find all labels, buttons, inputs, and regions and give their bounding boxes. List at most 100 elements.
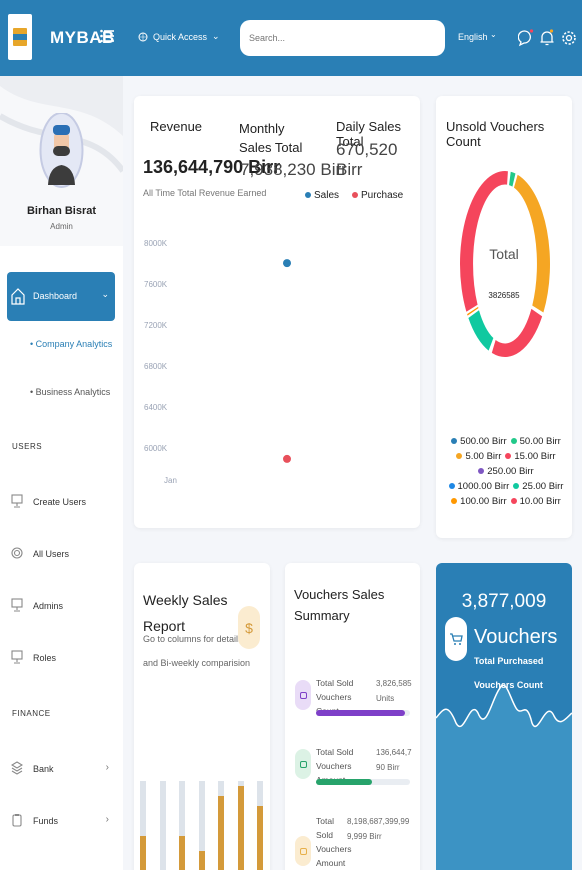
sidebar: Birhan Bisrat Admin Dashboard ⌄ • Compan… [0, 76, 123, 870]
revenue-scatter-chart: 8000K 7600K 7200K 6800K 6400K 6000K Jan [144, 239, 291, 485]
summary-row: Total Sold Vouchers Amount136,644,790 Bi… [285, 745, 420, 810]
sidebar-item-create-users[interactable]: Create Users [11, 492, 115, 512]
purchased-subtitle-2: Vouchers Count [474, 680, 543, 690]
app-logo[interactable] [8, 14, 32, 60]
revenue-card: Revenue 136,644,790 Birr All Time Total … [134, 96, 420, 528]
menu-icon[interactable] [100, 29, 114, 43]
weekly-sales-title: Weekly Sales Report [143, 592, 228, 634]
donut-slice[interactable] [509, 171, 516, 187]
legend-label: 1000.00 Birr [457, 481, 510, 492]
sidebar-item-dashboard[interactable]: Dashboard ⌄ [7, 272, 115, 321]
chevron-right-icon: › [105, 814, 109, 825]
bar[interactable] [257, 806, 263, 870]
legend-label: 100.00 Birr [460, 496, 507, 507]
legend-item[interactable]: 10.00 Birr [510, 494, 561, 509]
purchased-count: 3,877,009 [461, 591, 547, 612]
legend-dot [510, 498, 517, 505]
bar[interactable] [218, 796, 224, 870]
bar-track [198, 781, 205, 870]
legend-dot [456, 453, 463, 460]
y-tick-label: 7200K [144, 321, 168, 330]
bar[interactable] [140, 836, 146, 870]
sidebar-item-label: Admins [33, 601, 64, 611]
donut-slice[interactable] [468, 310, 494, 351]
sidebar-item-admins[interactable]: Admins [11, 596, 115, 616]
legend-label: 500.00 Birr [460, 436, 507, 447]
legend-item[interactable]: 250.00 Birr [478, 464, 534, 479]
search-input[interactable] [240, 20, 445, 56]
legend-label: 5.00 Birr [465, 451, 502, 462]
quick-access-label: Quick Access [153, 31, 208, 42]
revenue-label: Revenue [150, 119, 203, 134]
sidebar-item-funds[interactable]: Funds › [11, 811, 115, 831]
cart-icon[interactable] [445, 617, 467, 661]
scatter-point[interactable] [283, 454, 291, 463]
summary-label: Total Sold Vouchers Amount * [316, 816, 352, 868]
bar[interactable] [237, 786, 244, 870]
progress-bar [316, 779, 373, 785]
bar[interactable] [198, 851, 205, 870]
vouchers-summary-card: Vouchers Sales Summary Total Sold Vouche… [285, 563, 420, 870]
legend-item[interactable]: 5.00 Birr [456, 449, 501, 464]
bell-icon[interactable] [539, 29, 555, 47]
monitor-icon [11, 598, 23, 612]
chevron-right-icon: › [105, 762, 109, 773]
x-tick-label: Jan [164, 476, 177, 485]
weekly-bar-chart [134, 781, 270, 870]
scatter-point[interactable] [283, 259, 291, 268]
legend-dot [451, 438, 458, 445]
user-role: Admin [50, 222, 73, 231]
weekly-caption-1: Go to columns for details [143, 634, 243, 644]
y-tick-label: 6800K [144, 362, 168, 371]
progress-track [316, 710, 410, 716]
bar-track [237, 781, 244, 870]
bar-track [218, 781, 224, 870]
sidebar-item-bank[interactable]: Bank › [11, 759, 115, 779]
legend-item[interactable]: 500.00 Birr [451, 434, 507, 449]
legend-dot [510, 438, 517, 445]
sidebar-item-all-users[interactable]: All Users [11, 544, 115, 564]
dollar-icon[interactable]: $ [238, 606, 260, 649]
avatar[interactable] [39, 113, 84, 195]
donut-slice[interactable] [491, 308, 543, 357]
chat-icon[interactable] [518, 29, 534, 47]
home-icon [11, 288, 25, 305]
donut-center-label: Total [489, 246, 519, 262]
legend-item[interactable]: 50.00 Birr [510, 434, 561, 449]
summary-value: 136,644,790 Birr [376, 748, 412, 772]
wave-decoration [436, 684, 572, 870]
logo-mark-icon [13, 28, 27, 46]
sidebar-item-business-analytics[interactable]: • Business Analytics [30, 387, 110, 397]
bar[interactable] [179, 836, 185, 870]
legend-label: 15.00 Birr [514, 451, 556, 462]
sidebar-item-label: Create Users [33, 497, 87, 507]
legend-item[interactable]: 100.00 Birr [451, 494, 507, 509]
monitor-icon [11, 650, 23, 664]
legend-item[interactable]: 15.00 Birr [505, 449, 556, 464]
bar-track [159, 781, 166, 870]
sidebar-item-label: Dashboard [33, 291, 78, 301]
legend-item[interactable]: 25.00 Birr [513, 479, 563, 494]
bar-track [140, 781, 146, 870]
receipt-icon-glyph [299, 847, 307, 855]
box-icon-glyph [299, 691, 307, 699]
progress-track [316, 779, 410, 785]
gear-icon[interactable] [561, 29, 577, 47]
summary-value: 3,826,585 Units [376, 679, 412, 703]
globe-icon [138, 32, 148, 41]
summary-row: Total Sold Vouchers Count3,826,585 Units [285, 676, 420, 741]
quick-access-dropdown[interactable]: Quick Access ⌄ [138, 31, 220, 42]
unsold-vouchers-card: Unsold Vouchers Count Total 3826585 500.… [436, 96, 572, 538]
legend-purchase: Purchase [352, 190, 403, 201]
progress-bar [316, 710, 406, 716]
summary-value: 8,198,687,399,999,999 Birr [347, 817, 410, 841]
language-select[interactable]: English [458, 32, 488, 42]
legend-item[interactable]: 1000.00 Birr [448, 479, 510, 494]
y-tick-label: 7600K [144, 280, 168, 289]
tag-icon-glyph [299, 760, 307, 768]
sidebar-item-company-analytics[interactable]: • Company Analytics [30, 339, 112, 349]
chevron-down-icon: ⌄ [101, 289, 109, 299]
sidebar-item-roles[interactable]: Roles [11, 648, 115, 668]
purchased-subtitle: Total Purchased [474, 656, 544, 666]
language-chevron-icon[interactable]: ⌄ [490, 30, 497, 39]
